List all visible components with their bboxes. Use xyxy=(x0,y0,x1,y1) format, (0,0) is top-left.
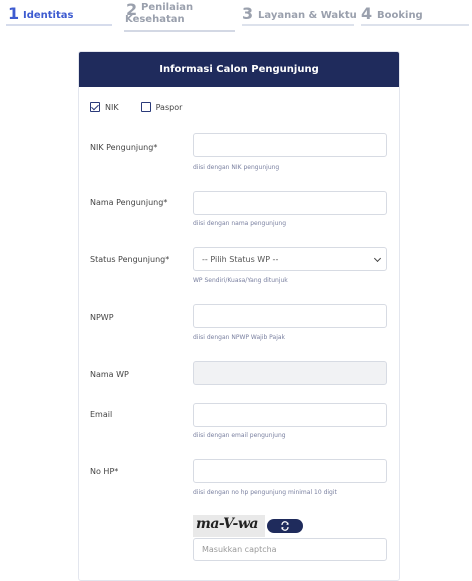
step-number: 3 xyxy=(242,4,254,23)
step-number: 1 xyxy=(8,4,20,23)
npwp-label: NPWP xyxy=(90,313,114,322)
nama-wp-input xyxy=(193,361,387,385)
paspor-checkbox[interactable] xyxy=(140,102,151,112)
hp-label: No HP* xyxy=(90,467,119,476)
status-selected-value: -- Pilih Status WP -- xyxy=(202,254,279,264)
email-hint: diisi dengan email pengunjung xyxy=(193,432,286,439)
nama-wp-label: Nama WP xyxy=(90,370,129,379)
paspor-checkbox-label: Paspor xyxy=(155,102,183,112)
step-label: Layanan & Waktu xyxy=(258,10,357,21)
step-underline xyxy=(124,30,235,32)
nik-checkbox[interactable] xyxy=(90,102,100,112)
status-hint: WP Sendiri/Kuasa/Yang ditunjuk xyxy=(193,277,288,284)
nama-label: Nama Pengunjung* xyxy=(90,198,168,207)
npwp-input[interactable] xyxy=(193,304,387,328)
email-label: Email xyxy=(90,410,113,419)
nik-input[interactable] xyxy=(193,133,387,157)
captcha-placeholder: Masukkan captcha xyxy=(202,545,277,554)
step-label: Identitas xyxy=(23,10,74,21)
step-underline xyxy=(361,24,469,26)
refresh-icon xyxy=(281,521,289,531)
visitor-info-card: Informasi Calon Pengunjung NIK Paspor NI… xyxy=(78,51,400,581)
step-underline xyxy=(6,24,112,26)
nama-hint: diisi dengan nama pengunjung xyxy=(193,220,287,227)
step-number: 4 xyxy=(361,4,373,23)
status-label: Status Pengunjung* xyxy=(90,255,170,264)
captcha-input[interactable]: Masukkan captcha xyxy=(193,538,387,561)
email-input[interactable] xyxy=(193,403,387,427)
nik-label: NIK Pengunjung* xyxy=(90,143,158,152)
step-label: Booking xyxy=(377,10,423,21)
card-title: Informasi Calon Pengunjung xyxy=(79,52,399,87)
id-type-options: NIK Paspor xyxy=(90,102,182,112)
step-label: Penilaian Kesehatan xyxy=(125,2,194,25)
captcha-refresh-button[interactable] xyxy=(267,519,303,533)
hp-input[interactable] xyxy=(193,459,387,483)
captcha-image: ma-V-wa xyxy=(193,515,265,537)
nik-hint: diisi dengan NIK pengunjung xyxy=(193,164,280,171)
chevron-down-icon xyxy=(373,254,382,263)
status-select[interactable]: -- Pilih Status WP -- xyxy=(193,247,387,271)
captcha-text: ma-V-wa xyxy=(196,516,258,532)
nama-input[interactable] xyxy=(193,191,387,215)
npwp-hint: diisi dengan NPWP Wajib Pajak xyxy=(193,334,286,341)
hp-hint: diisi dengan no hp pengunjung minimal 10… xyxy=(193,489,337,496)
step-underline xyxy=(242,24,354,26)
nik-checkbox-label: NIK xyxy=(105,102,119,112)
progress-steps: 1 Identitas 2 Penilaian Kesehatan 3 Laya… xyxy=(0,0,472,40)
